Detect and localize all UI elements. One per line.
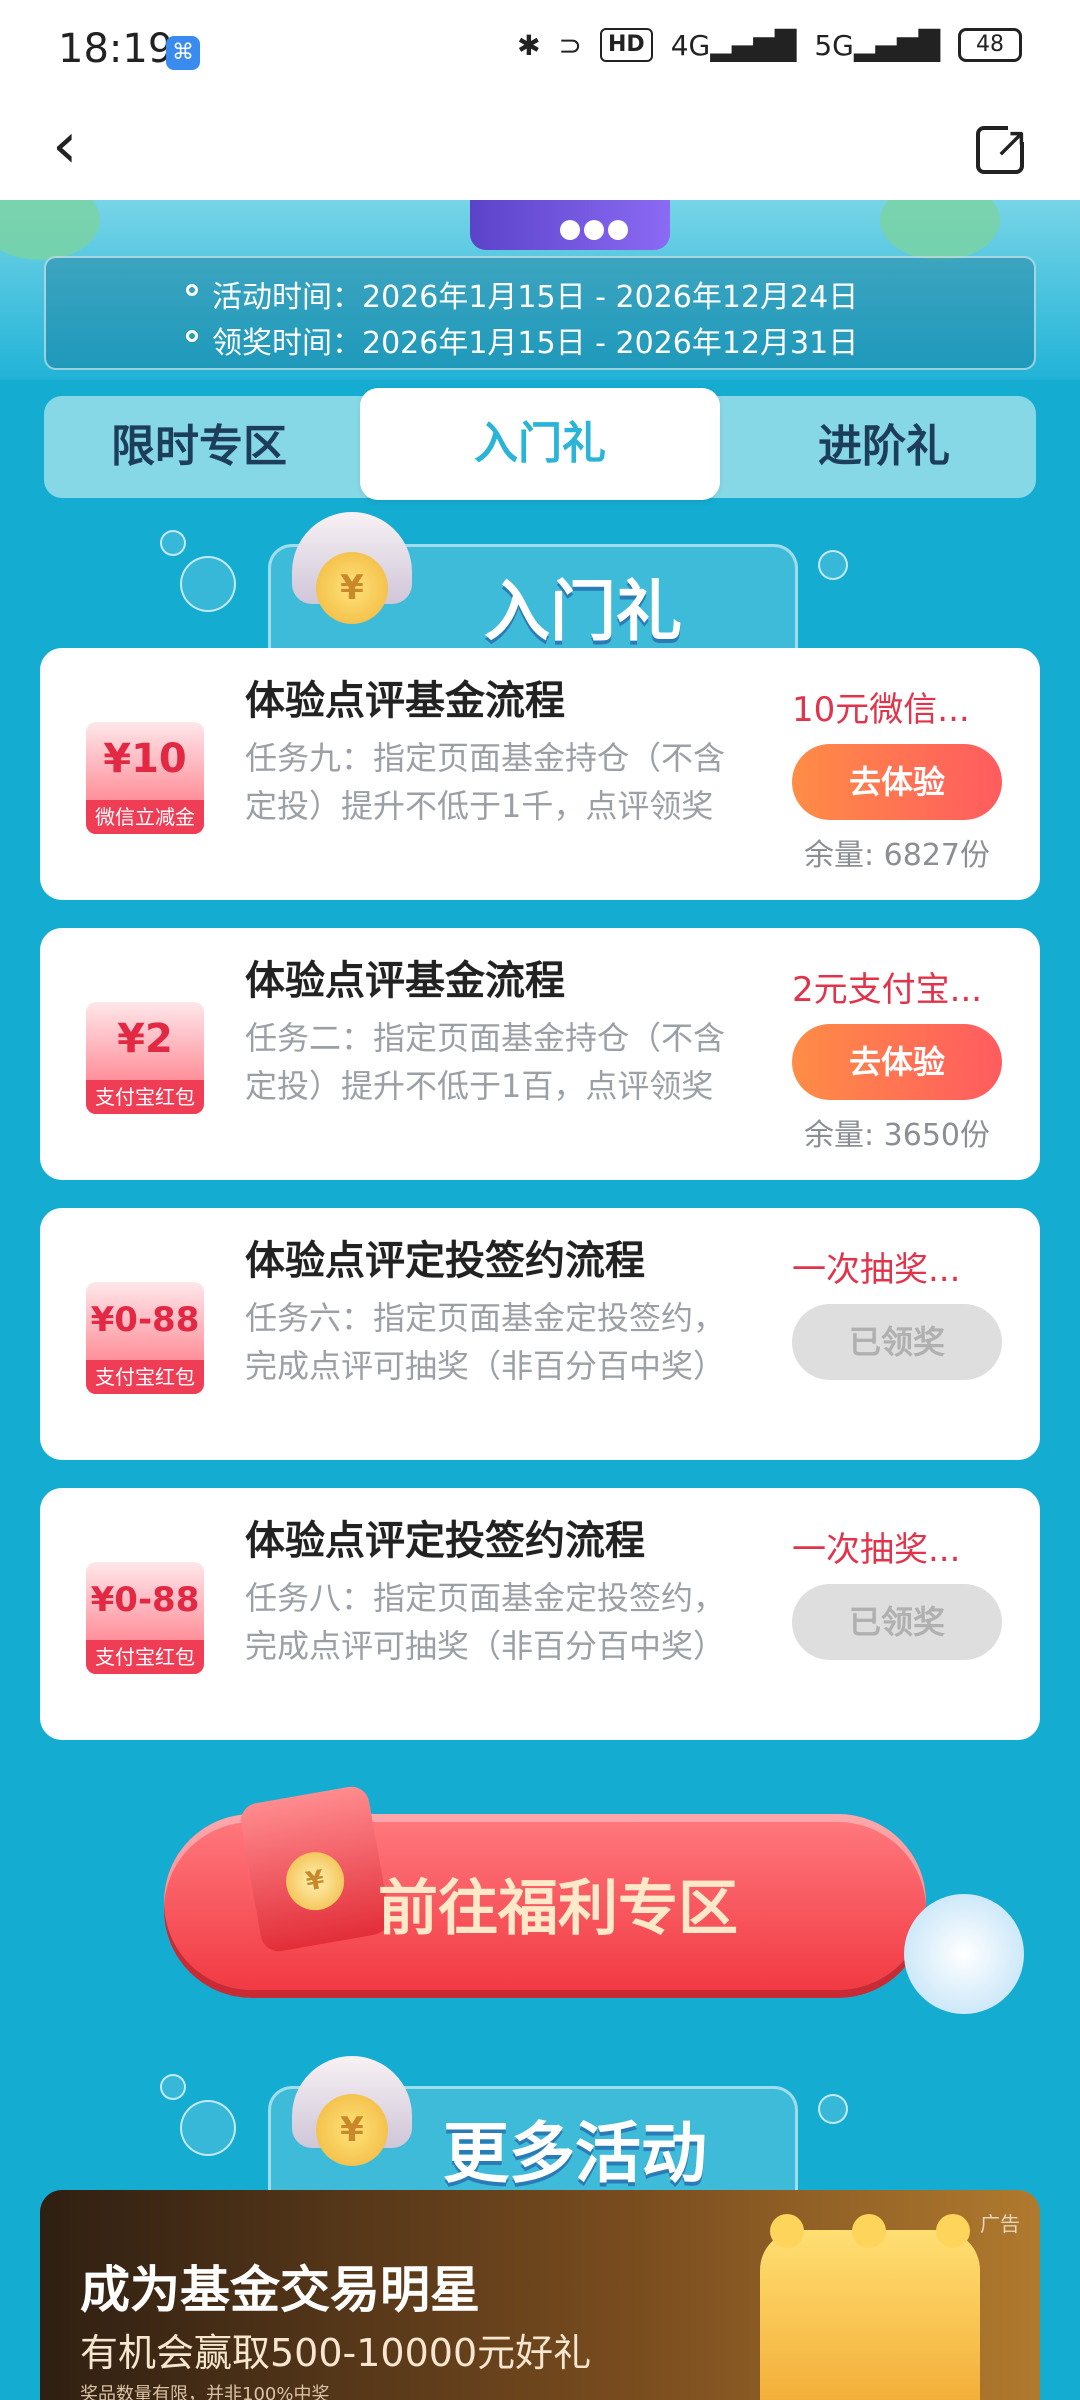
ad-note: 奖品数量有限，并非100%中奖 [80,2384,330,2400]
coin-icon: ¥ [316,2094,388,2166]
red-envelope-icon: ¥ [237,1783,393,1955]
tab-limited-zone[interactable]: 限时专区 [44,396,354,498]
coin-icon: ¥ [316,552,388,624]
coupon-amount: ¥2 [117,1016,173,1062]
claimed-button[interactable]: 已领奖 [792,1304,1002,1380]
task-description: 任务六：指定页面基金定投签约，完成点评可抽奖（非百分百中奖） [245,1299,726,1385]
top-nav: ‹ → [0,100,1080,200]
pointing-hand-icon [904,1894,1024,2014]
tab-advanced-gift[interactable]: 进阶礼 [734,396,1034,498]
status-time: 18:19 [58,26,174,72]
task-card: ¥0-88 支付宝红包 体验点评定投签约流程 任务八：指定页面基金定投签约，完成… [40,1488,1040,1740]
coupon-amount: ¥0-88 [90,1300,200,1340]
welfare-zone-label: 前往福利专区 [378,1874,738,1944]
coin-icon: ¥ [281,1847,349,1915]
reward-text: 一次抽奖... [792,1250,961,1290]
welfare-zone-button[interactable]: ¥ 前往福利专区 [164,1783,1024,2014]
net-label-5g: 5G [814,28,854,62]
coupon-badge: ¥0-88 支付宝红包 [86,1562,204,1674]
bubble-decoration [160,2074,186,2100]
task-card: ¥2 支付宝红包 体验点评基金流程 任务二：指定页面基金持仓（不含定投）提升不低… [40,928,1040,1180]
task-title: 体验点评基金流程 [245,678,565,724]
bubble-decoration [818,2094,848,2124]
try-button[interactable]: 去体验 [792,744,1002,820]
activity-dates-panel: 活动时间：2026年1月15日 - 2026年12月24日 领奖时间：2026年… [44,256,1036,370]
pearl [560,220,580,240]
signal-5g-icon: 5G▂▄▆█ [814,28,940,62]
coupon-label: 微信立减金 [86,800,204,834]
crown-image [760,2214,980,2400]
reward-text: 10元微信... [792,690,970,730]
coupon-badge: ¥10 微信立减金 [86,722,204,834]
claim-time: 领奖时间：2026年1月15日 - 2026年12月31日 [185,318,858,362]
category-tabs: 限时专区 入门礼 进阶礼 [44,388,1036,500]
coral-decoration [880,200,1000,260]
bubble-decoration [160,530,186,556]
task-title: 体验点评定投签约流程 [245,1518,645,1564]
crown-jewel [936,2214,970,2248]
reward-text: 一次抽奖... [792,1530,961,1570]
tab-starter-gift[interactable]: 入门礼 [360,388,720,500]
coupon-badge: ¥0-88 支付宝红包 [86,1282,204,1394]
ad-banner[interactable]: 广告 成为基金交易明星 有机会赢取500-10000元好礼 奖品数量有限，并非1… [40,2190,1040,2400]
reward-text: 2元支付宝... [792,970,983,1010]
remaining-count: 余量: 6827份 [804,838,990,873]
signal-4g-icon: 4G▂▄▆█ [670,28,797,62]
pearl [584,220,604,240]
task-description: 任务八：指定页面基金定投签约，完成点评可抽奖（非百分百中奖） [245,1579,726,1665]
activity-time: 活动时间：2026年1月15日 - 2026年12月24日 [185,272,858,316]
ad-subtitle: 有机会赢取500-10000元好礼 [80,2331,592,2375]
coupon-label: 支付宝红包 [86,1640,204,1674]
crown-jewel [852,2214,886,2248]
bubble-decoration [818,550,848,580]
ad-title: 成为基金交易明星 [80,2261,480,2319]
app-notification-icon: ⌘ [166,36,200,70]
task-title: 体验点评基金流程 [245,958,565,1004]
coupon-amount: ¥10 [103,736,187,782]
coupon-label: 支付宝红包 [86,1080,204,1114]
task-description: 任务二：指定页面基金持仓（不含定投）提升不低于1百，点评领奖 [245,1019,726,1105]
task-card: ¥0-88 支付宝红包 体验点评定投签约流程 任务六：指定页面基金定投签约，完成… [40,1208,1040,1460]
remaining-count: 余量: 3650份 [804,1118,990,1153]
bubble-decoration [180,556,236,612]
status-icons: ✱ ⊃ HD 4G▂▄▆█ 5G▂▄▆█ 48 [517,28,1022,62]
status-bar: 18:19 ⌘ ✱ ⊃ HD 4G▂▄▆█ 5G▂▄▆█ 48 [0,0,1080,100]
task-card: ¥10 微信立减金 体验点评基金流程 任务九：指定页面基金持仓（不含定投）提升不… [40,648,1040,900]
battery-icon: 48 [958,28,1022,62]
net-label-4g: 4G [670,28,711,62]
pearl [608,220,628,240]
bubble-decoration [180,2100,236,2156]
back-arrow-icon[interactable]: ‹ [52,114,78,178]
coupon-label: 支付宝红包 [86,1360,204,1394]
task-title: 体验点评定投签约流程 [245,1238,645,1284]
coral-decoration [0,200,100,260]
coupon-amount: ¥0-88 [90,1580,200,1620]
hd-icon: HD [600,28,653,62]
try-button[interactable]: 去体验 [792,1024,1002,1100]
bluetooth-icon: ✱ [517,28,541,62]
ad-tag: 广告 [980,2212,1020,2236]
crown-jewel [770,2214,804,2248]
claimed-button[interactable]: 已领奖 [792,1584,1002,1660]
task-description: 任务九：指定页面基金持仓（不含定投）提升不低于1千，点评领奖 [245,739,726,825]
link-icon: ⊃ [558,28,582,62]
coupon-badge: ¥2 支付宝红包 [86,1002,204,1114]
